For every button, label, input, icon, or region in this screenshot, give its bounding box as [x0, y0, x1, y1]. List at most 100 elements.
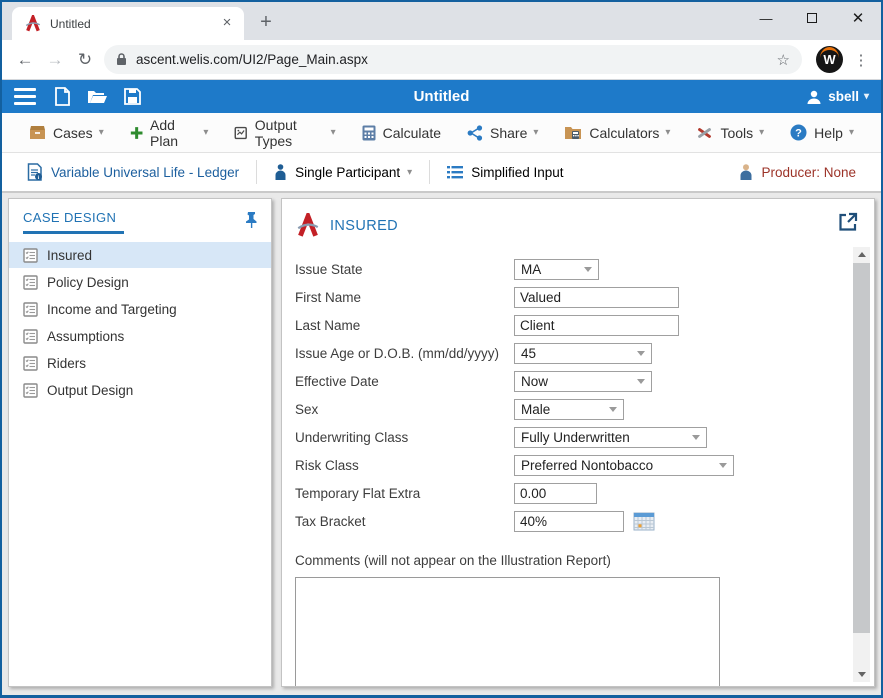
tax-bracket-input[interactable]: [514, 511, 624, 532]
effective-date-label: Effective Date: [295, 374, 514, 389]
sidebar-item-income-and-targeting[interactable]: Income and Targeting: [9, 296, 271, 322]
menu-add-plan[interactable]: Add Plan ▾: [117, 113, 222, 152]
tab-bar: Untitled × + — ✕: [2, 2, 881, 40]
browser-menu-icon[interactable]: ⋮: [849, 51, 873, 69]
calculator-icon: [362, 125, 376, 141]
browser-tab[interactable]: Untitled ×: [12, 7, 244, 40]
menu-cases[interactable]: Cases ▾: [16, 113, 117, 152]
sidebar-title: CASE DESIGN: [23, 206, 124, 234]
app-header: Untitled sbell ▾: [2, 80, 881, 113]
open-in-new-window-icon[interactable]: [838, 212, 858, 232]
sidebar-item-output-design[interactable]: Output Design: [9, 377, 271, 403]
sidebar-item-label: Policy Design: [47, 275, 129, 290]
user-icon: [806, 89, 822, 105]
producer-label: Producer: None: [761, 165, 856, 180]
menu-tools[interactable]: Tools ▾: [683, 113, 777, 152]
scrollbar-track[interactable]: [853, 262, 870, 667]
menu-label: Calculators: [589, 125, 659, 141]
input-mode[interactable]: Simplified Input: [436, 165, 574, 180]
person-icon: [274, 164, 287, 180]
comments-textarea[interactable]: [295, 577, 720, 687]
case-design-panel: CASE DESIGN Insured Policy Design Income…: [8, 198, 272, 687]
close-button[interactable]: ✕: [835, 2, 881, 34]
sidebar-item-insured[interactable]: Insured: [9, 242, 271, 268]
issue-state-label: Issue State: [295, 262, 514, 277]
sidebar-item-label: Income and Targeting: [47, 302, 177, 317]
user-menu[interactable]: sbell ▾: [806, 89, 869, 105]
scrollbar-thumb[interactable]: [853, 263, 870, 633]
form-row: Issue Age or D.O.B. (mm/dd/yyyy) 45: [295, 343, 844, 364]
sex-select[interactable]: Male: [514, 399, 624, 420]
bookmark-star-icon[interactable]: ☆: [777, 51, 790, 69]
new-tab-button[interactable]: +: [252, 9, 280, 37]
chevron-down-icon: ▾: [864, 91, 869, 102]
browser-window: Untitled × + — ✕ ← → ↻ ascent.welis.com/…: [0, 0, 883, 698]
sidebar-item-riders[interactable]: Riders: [9, 350, 271, 376]
new-case-icon[interactable]: [54, 87, 71, 106]
menu-calculate[interactable]: Calculate: [349, 113, 454, 152]
effective-date-select[interactable]: Now: [514, 371, 652, 392]
menu-bar: Cases ▾ Add Plan ▾ Output Types ▾ Calcul…: [2, 113, 881, 153]
form-icon: [23, 383, 38, 398]
browser-toolbar: ← → ↻ ascent.welis.com/UI2/Page_Main.asp…: [2, 40, 881, 80]
back-icon[interactable]: ←: [10, 45, 40, 75]
risk-class-label: Risk Class: [295, 458, 514, 473]
first-name-input[interactable]: [514, 287, 679, 308]
sidebar-item-label: Riders: [47, 356, 86, 371]
sidebar-item-assumptions[interactable]: Assumptions: [9, 323, 271, 349]
menu-label: Calculate: [383, 125, 441, 141]
save-case-icon[interactable]: [124, 88, 141, 105]
temporary-flat-extra-input[interactable]: [514, 483, 597, 504]
insured-panel: INSURED Issue State MA First Name Last N…: [281, 198, 875, 687]
hamburger-menu-icon[interactable]: [14, 88, 36, 105]
window-controls: — ✕: [743, 2, 881, 34]
risk-class-select[interactable]: Preferred Nontobacco: [514, 455, 734, 476]
sidebar-item-label: Output Design: [47, 383, 133, 398]
issue-age-label: Issue Age or D.O.B. (mm/dd/yyyy): [295, 346, 514, 361]
panel-header: INSURED: [295, 213, 844, 239]
menu-label: Add Plan: [150, 117, 197, 149]
toolbar-separator: [256, 160, 257, 184]
address-bar[interactable]: ascent.welis.com/UI2/Page_Main.aspx ☆: [104, 45, 802, 74]
issue-age-value: 45: [521, 346, 637, 361]
maximize-icon: [807, 13, 817, 23]
pin-icon[interactable]: [244, 211, 259, 228]
forward-icon[interactable]: →: [40, 45, 70, 75]
underwriting-class-select[interactable]: Fully Underwritten: [514, 427, 707, 448]
sex-label: Sex: [295, 402, 514, 417]
last-name-input[interactable]: [514, 315, 679, 336]
minimize-button[interactable]: —: [743, 2, 789, 34]
username: sbell: [828, 89, 859, 104]
sidebar-item-list: Insured Policy Design Income and Targeti…: [9, 236, 271, 404]
scroll-up-button[interactable]: [853, 247, 870, 262]
menu-share[interactable]: Share ▾: [454, 113, 551, 152]
help-circle-icon: ?: [790, 124, 807, 141]
schedule-table-icon: [633, 512, 655, 531]
plan-toolbar: i Variable Universal Life - Ledger Singl…: [2, 153, 881, 193]
scroll-down-button[interactable]: [853, 667, 870, 682]
maximize-button[interactable]: [789, 2, 835, 34]
chevron-down-icon: [637, 379, 645, 384]
tab-close-icon[interactable]: ×: [218, 15, 236, 33]
open-case-icon[interactable]: [87, 88, 108, 105]
sidebar-item-label: Assumptions: [47, 329, 124, 344]
chevron-down-icon: [584, 267, 592, 272]
menu-label: Cases: [53, 125, 93, 141]
vertical-scrollbar[interactable]: [853, 247, 870, 682]
menu-help[interactable]: ? Help ▾: [777, 113, 867, 152]
current-plan[interactable]: i Variable Universal Life - Ledger: [16, 163, 250, 181]
chevron-down-icon: ▾: [331, 127, 336, 138]
sidebar-item-policy-design[interactable]: Policy Design: [9, 269, 271, 295]
plan-name: Variable Universal Life - Ledger: [51, 165, 239, 180]
profile-avatar[interactable]: W: [816, 46, 843, 73]
issue-age-select[interactable]: 45: [514, 343, 652, 364]
url-text[interactable]: ascent.welis.com/UI2/Page_Main.aspx: [136, 52, 777, 67]
menu-output-types[interactable]: Output Types ▾: [221, 113, 348, 152]
chevron-down-icon: ▾: [407, 167, 412, 178]
refresh-icon[interactable]: ↻: [70, 45, 100, 75]
tax-bracket-schedule-button[interactable]: [633, 512, 655, 531]
menu-calculators[interactable]: Calculators ▾: [551, 113, 683, 152]
participant-menu[interactable]: Single Participant ▾: [263, 164, 423, 180]
producer-status[interactable]: Producer: None: [728, 164, 867, 180]
issue-state-select[interactable]: MA: [514, 259, 599, 280]
